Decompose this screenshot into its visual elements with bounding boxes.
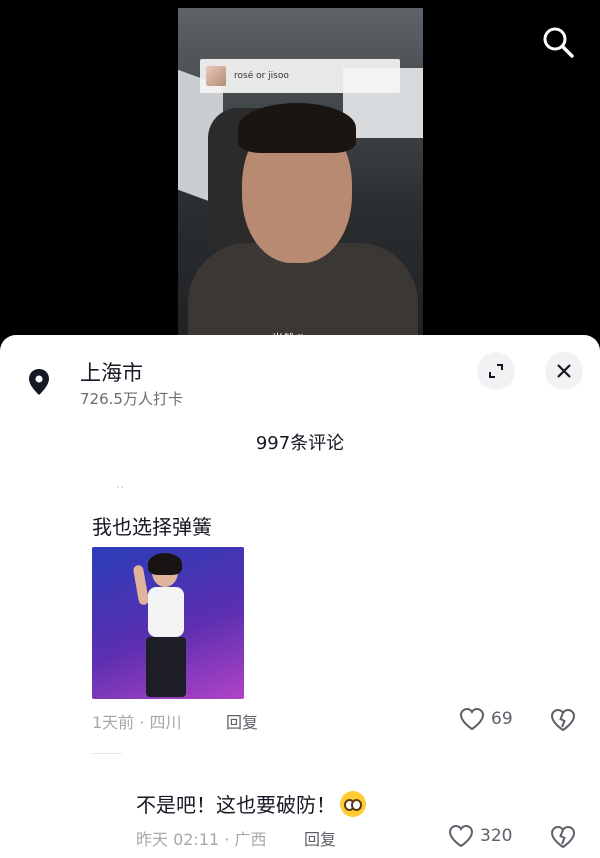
broken-heart-icon[interactable]: [550, 707, 576, 733]
heart-icon: [459, 707, 485, 731]
image-person-top: [148, 587, 184, 637]
location-checkins: 726.5万人打卡: [80, 390, 183, 408]
expand-button[interactable]: [477, 352, 515, 390]
close-icon: [557, 364, 571, 378]
question-text: rosé or jisoo: [234, 71, 289, 81]
comment-text-row: 不是吧！这也要破防！: [136, 789, 366, 818]
location-name[interactable]: 上海市: [80, 357, 143, 387]
image-person-hair: [148, 553, 182, 575]
comment-text: 不是吧！这也要破防！: [136, 793, 336, 817]
comment-text: 我也选择弹簧: [92, 515, 212, 539]
comments-sheet: 上海市 726.5万人打卡 997条评论 ·· 我也选择弹簧 1天前 · 四川 …: [0, 335, 600, 858]
like-count: 69: [491, 709, 513, 729]
heart-icon: [448, 824, 474, 848]
reply-button[interactable]: 回复: [226, 709, 258, 733]
comment-time: 昨天 02:11 · 广西: [136, 830, 267, 849]
search-icon[interactable]: [540, 24, 576, 60]
comment-author-cut: [92, 746, 122, 754]
crying-emoji-icon: [340, 790, 366, 817]
like-count: 320: [480, 826, 513, 846]
broken-heart-icon[interactable]: [550, 824, 576, 850]
image-person-pants: [146, 637, 186, 697]
comment-time: 1天前 · 四川: [92, 713, 182, 732]
like-button[interactable]: 69: [459, 707, 513, 731]
location-pin-icon: [29, 369, 49, 395]
comments-count: 997条评论: [255, 433, 345, 454]
image-person-arm: [132, 564, 150, 606]
person-hair: [238, 103, 356, 153]
comment-image[interactable]: [92, 547, 244, 699]
question-thumbnail: [206, 66, 226, 86]
reply-button[interactable]: 回复: [304, 826, 336, 850]
expand-icon: [489, 364, 503, 378]
like-button[interactable]: 320: [448, 824, 512, 848]
comment-author-cut: ··: [116, 481, 125, 496]
question-sticker[interactable]: rosé or jisoo: [200, 59, 400, 93]
close-button[interactable]: [545, 352, 583, 390]
